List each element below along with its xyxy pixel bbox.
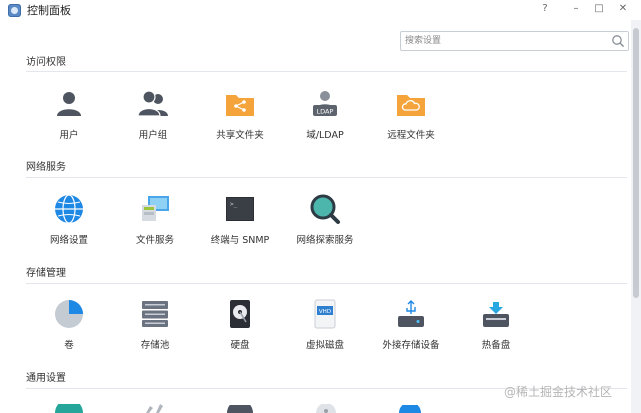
partial-globe-icon[interactable] xyxy=(53,404,85,413)
user-icon xyxy=(57,92,81,116)
partial-tools-icon[interactable] xyxy=(138,402,170,413)
terminal-icon: >_ xyxy=(226,197,254,221)
item-terminal-snmp[interactable]: >_ 终端与 SNMP xyxy=(205,193,275,251)
watermark-text: @稀土掘金技术社区 xyxy=(504,385,613,399)
search-icon[interactable] xyxy=(611,34,625,48)
window-title: 控制面板 xyxy=(27,4,71,17)
svg-text:VHD: VHD xyxy=(319,309,331,315)
item-external-storage[interactable]: 外接存储设备 xyxy=(376,298,446,356)
item-label: 终端与 SNMP xyxy=(210,235,270,246)
item-label: 热备盘 xyxy=(481,340,511,351)
item-label: 虚拟磁盘 xyxy=(305,340,344,351)
usb-icon xyxy=(398,300,424,327)
help-button[interactable]: ? xyxy=(537,2,553,16)
section-divider xyxy=(26,283,627,284)
item-ldap[interactable]: LDAP 域/LDAP xyxy=(290,88,360,146)
item-label: 远程文件夹 xyxy=(387,130,435,141)
remote-folder-icon xyxy=(397,95,425,116)
item-label: 用户组 xyxy=(138,130,168,141)
item-label: 网络设置 xyxy=(49,235,88,246)
item-storage-pool[interactable]: 存储池 xyxy=(120,298,190,356)
search-box[interactable] xyxy=(400,31,629,51)
item-remote-folder[interactable]: 远程文件夹 xyxy=(376,88,446,146)
section-divider xyxy=(26,71,627,72)
item-label: 外接存储设备 xyxy=(382,340,440,351)
item-label: 用户 xyxy=(59,130,79,141)
section-title-storage: 存储管理 xyxy=(26,268,66,279)
item-label: 文件服务 xyxy=(135,235,174,246)
svg-text:LDAP: LDAP xyxy=(317,108,334,116)
storage-pool-icon xyxy=(142,301,168,327)
item-label: 卷 xyxy=(64,340,74,351)
file-service-icon xyxy=(142,196,169,221)
section-title-general: 通用设置 xyxy=(26,373,66,384)
item-hard-disk[interactable]: 硬盘 xyxy=(205,298,275,356)
ldap-icon: LDAP xyxy=(313,91,337,116)
scrollbar-thumb[interactable] xyxy=(633,28,639,298)
item-file-service[interactable]: 文件服务 xyxy=(120,193,190,251)
item-label: 共享文件夹 xyxy=(216,130,264,141)
search-input[interactable] xyxy=(405,34,600,48)
partial-dark-icon[interactable] xyxy=(224,405,256,413)
title-bar: 控制面板 ? – □ ✕ xyxy=(0,0,641,20)
item-network-settings[interactable]: 网络设置 xyxy=(34,193,104,251)
section-title-network: 网络服务 xyxy=(26,162,66,173)
user-group-icon xyxy=(137,90,168,117)
share-folder-icon xyxy=(226,95,254,116)
item-label: 网络探索服务 xyxy=(296,235,354,246)
section-divider xyxy=(26,177,627,178)
item-share-folder[interactable]: 共享文件夹 xyxy=(205,88,275,146)
item-network-discovery[interactable]: 网络探索服务 xyxy=(290,193,360,251)
item-hot-spare[interactable]: 热备盘 xyxy=(461,298,531,356)
item-virtual-disk[interactable]: VHD 虚拟磁盘 xyxy=(290,298,360,356)
discovery-icon xyxy=(310,194,340,224)
item-label: 存储池 xyxy=(140,340,170,351)
item-user[interactable]: 用户 xyxy=(34,88,104,146)
partial-gray-icon[interactable] xyxy=(310,404,342,413)
volume-pie-icon xyxy=(55,300,83,328)
hot-spare-icon xyxy=(483,302,509,327)
item-label: 硬盘 xyxy=(230,340,250,351)
vertical-scrollbar[interactable] xyxy=(631,20,641,413)
minimize-button[interactable]: – xyxy=(568,2,584,16)
vhd-icon: VHD xyxy=(314,299,336,329)
svg-text:>_: >_ xyxy=(230,201,238,208)
partial-blue-icon[interactable] xyxy=(394,405,426,413)
item-volume[interactable]: 卷 xyxy=(34,298,104,356)
section-title-access: 访问权限 xyxy=(26,57,66,68)
item-label: 域/LDAP xyxy=(306,130,344,141)
hard-disk-icon xyxy=(230,300,250,328)
globe-icon xyxy=(55,194,83,224)
item-user-group[interactable]: 用户组 xyxy=(118,88,188,146)
close-button[interactable]: ✕ xyxy=(615,2,631,16)
maximize-button[interactable]: □ xyxy=(591,2,607,16)
control-panel-app-icon xyxy=(8,4,21,17)
